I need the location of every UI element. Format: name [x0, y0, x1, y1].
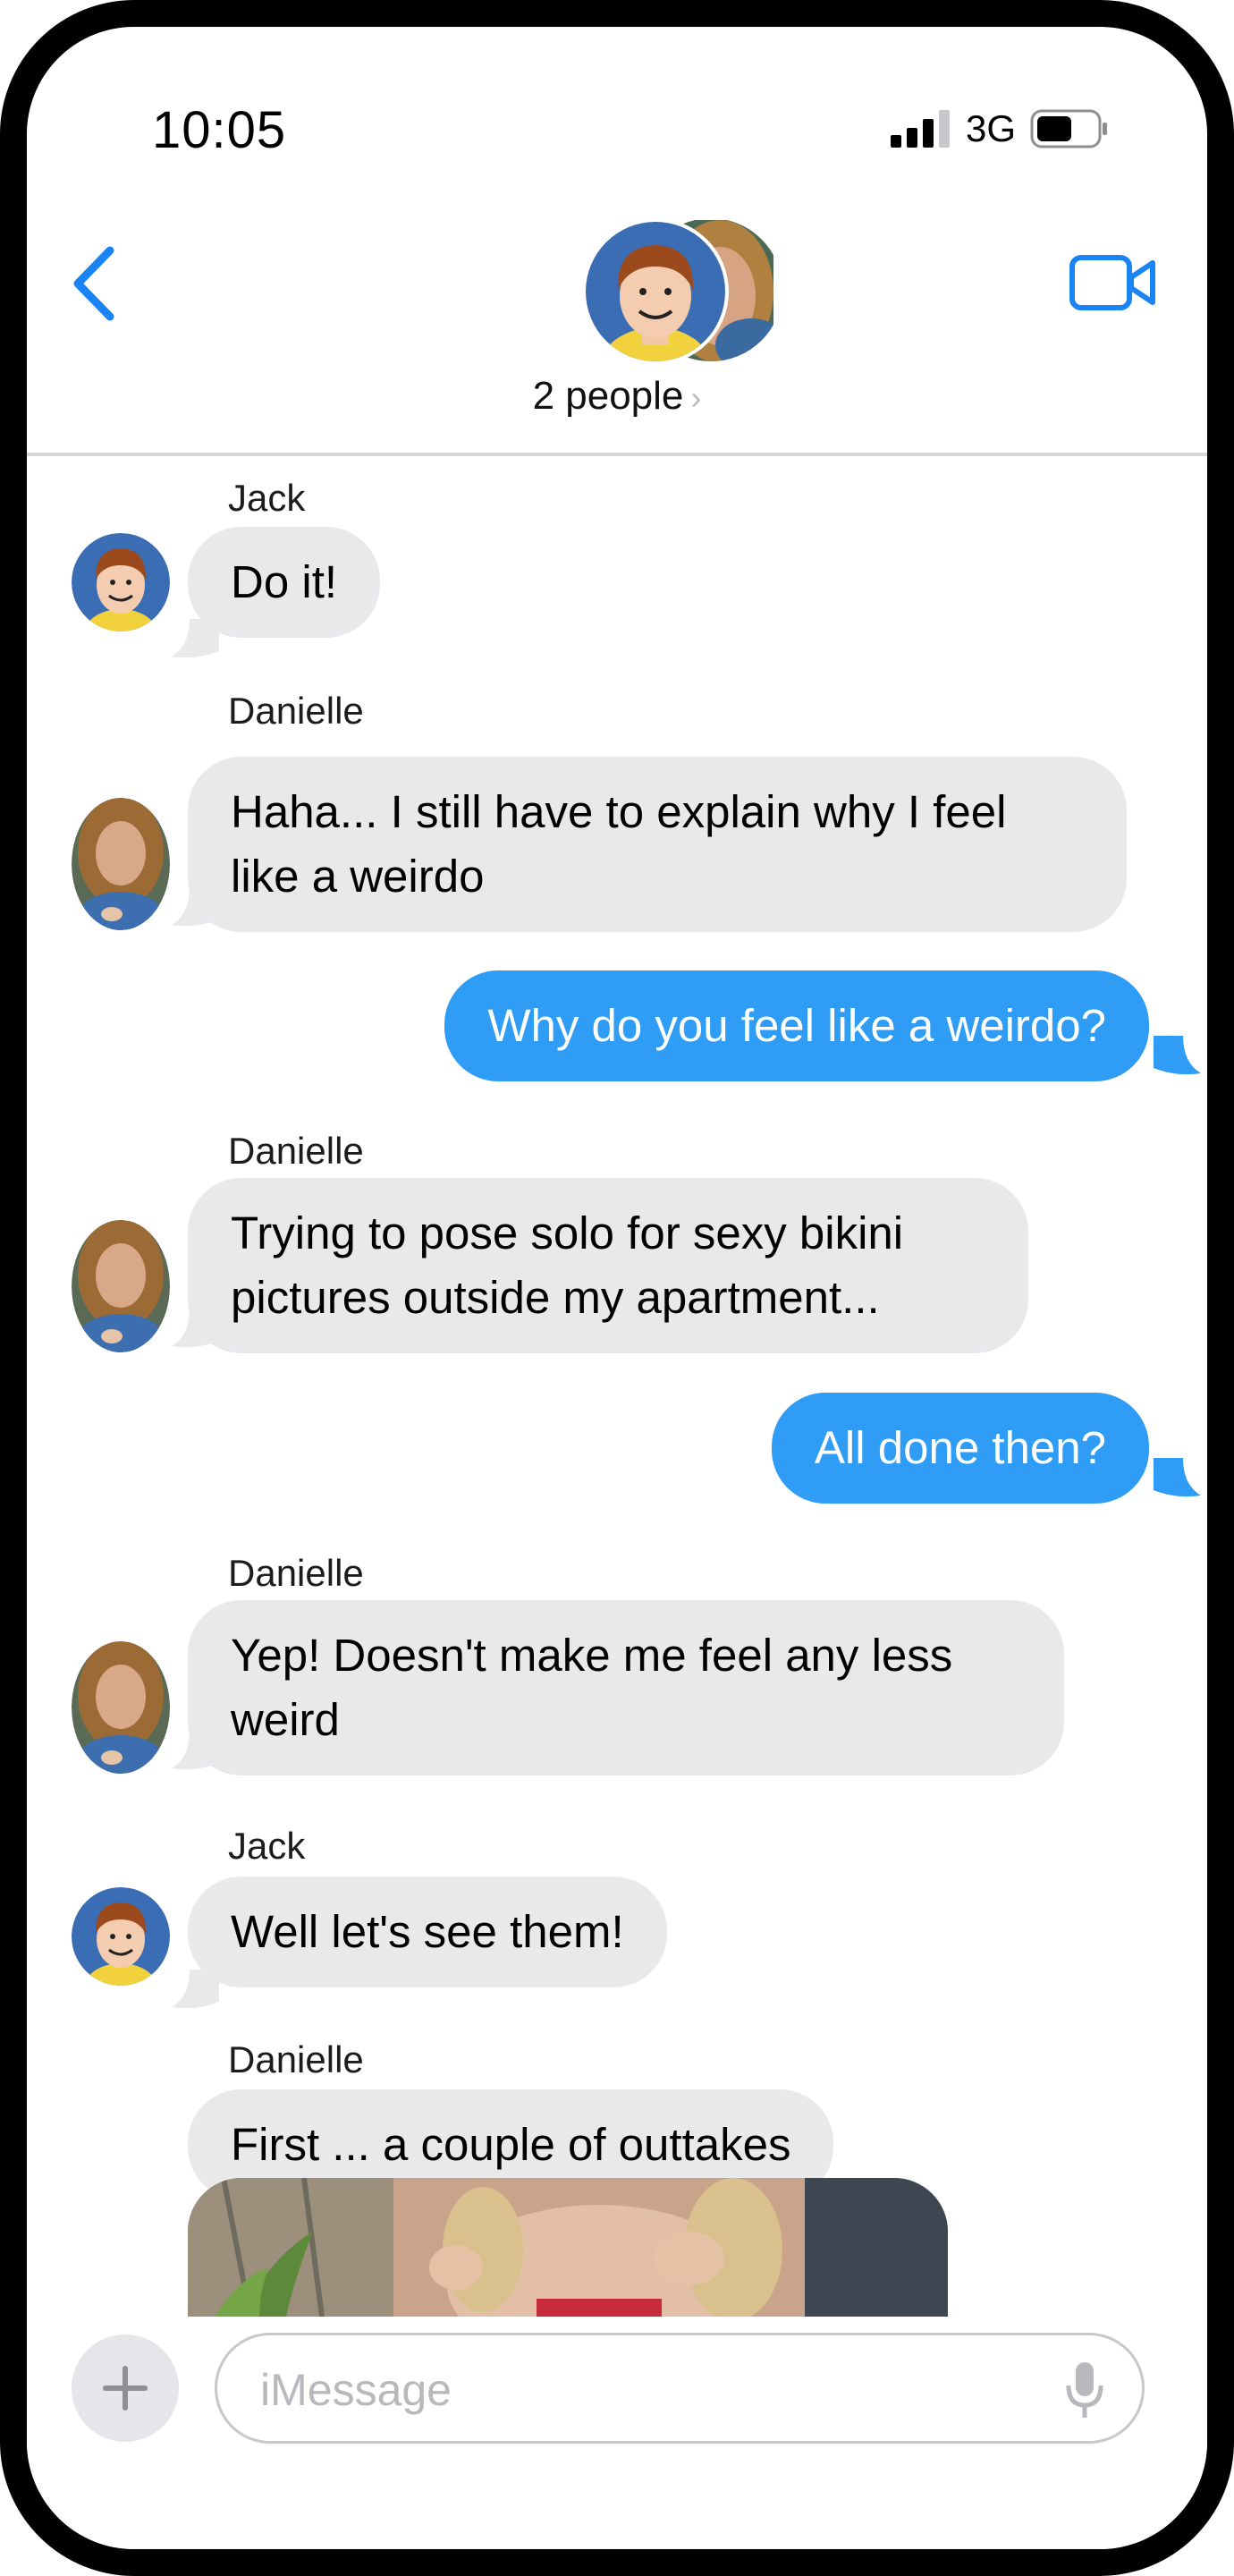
jack-avatar[interactable]: [72, 533, 170, 631]
bubble-tail: [1154, 1458, 1201, 1497]
danielle-avatar[interactable]: [72, 1220, 170, 1352]
bubble-tail: [172, 619, 219, 658]
message-text: Why do you feel like a weirdo?: [487, 1000, 1106, 1051]
danielle-avatar[interactable]: [72, 798, 170, 930]
sender-name: Jack: [228, 1825, 306, 1867]
message-input-placeholder: iMessage: [260, 2365, 452, 2415]
message-bubble-incoming[interactable]: Yep! Doesn't make me feel any less weird: [188, 1600, 1064, 1775]
message-input[interactable]: iMessage: [215, 2333, 1145, 2444]
group-avatar[interactable]: [582, 218, 782, 365]
group-title[interactable]: 2 people ›: [27, 374, 1207, 419]
back-chevron-icon[interactable]: [67, 243, 121, 324]
sender-name: Danielle: [228, 1130, 364, 1172]
message-bubble-outgoing[interactable]: Why do you feel like a weirdo?: [444, 970, 1149, 1081]
danielle-avatar[interactable]: [72, 1641, 170, 1774]
message-bubble-incoming[interactable]: Trying to pose solo for sexy bikini pict…: [188, 1178, 1028, 1353]
status-bar: 10:05 3G: [27, 27, 1207, 206]
message-text: Do it!: [231, 556, 338, 607]
compose-bar: iMessage: [27, 2317, 1207, 2549]
signal-icon: [890, 110, 950, 148]
status-indicators: 3G: [889, 107, 1109, 150]
bubble-tail: [1154, 1036, 1201, 1075]
message-text: Trying to pose solo for sexy bikini pict…: [231, 1208, 904, 1323]
battery-icon: [1030, 109, 1107, 148]
sender-name: Danielle: [228, 2038, 364, 2080]
message-text: Well let's see them!: [231, 1906, 624, 1957]
sender-name: Jack: [228, 477, 306, 519]
message-bubble-incoming[interactable]: Well let's see them!: [188, 1877, 667, 1987]
message-text: First ... a couple of outtakes: [231, 2119, 791, 2170]
group-avatar-image: [582, 218, 782, 365]
bubble-tail: [172, 887, 219, 927]
message-bubble-outgoing[interactable]: All done then?: [771, 1393, 1149, 1504]
sender-name: Danielle: [228, 690, 364, 732]
bubble-tail: [172, 1731, 219, 1770]
status-time: 10:05: [152, 101, 287, 159]
photo-image: [188, 2178, 948, 2317]
photo-attachment[interactable]: [188, 2178, 948, 2317]
bubble-tail: [172, 1970, 219, 2009]
plus-icon: [103, 2366, 148, 2411]
message-text: All done then?: [814, 1422, 1106, 1473]
sender-name: Danielle: [228, 1552, 364, 1594]
microphone-icon[interactable]: [1063, 2360, 1106, 2419]
chevron-right-icon: ›: [690, 379, 702, 416]
video-call-icon[interactable]: [1069, 252, 1158, 313]
message-bubble-incoming[interactable]: Haha... I still have to explain why I fe…: [188, 757, 1127, 932]
bubble-tail: [172, 1309, 219, 1348]
message-text: Yep! Doesn't make me feel any less weird: [231, 1630, 953, 1745]
message-text: Haha... I still have to explain why I fe…: [231, 786, 1007, 902]
phone-frame: 10:05 3G 2 people › Jack Do it! Danielle…: [0, 0, 1234, 2576]
jack-avatar[interactable]: [72, 1887, 170, 1986]
conversation-header: 2 people ›: [27, 206, 1207, 456]
group-title-text: 2 people: [532, 374, 684, 418]
apps-button[interactable]: [72, 2334, 179, 2442]
network-type: 3G: [965, 107, 1016, 149]
